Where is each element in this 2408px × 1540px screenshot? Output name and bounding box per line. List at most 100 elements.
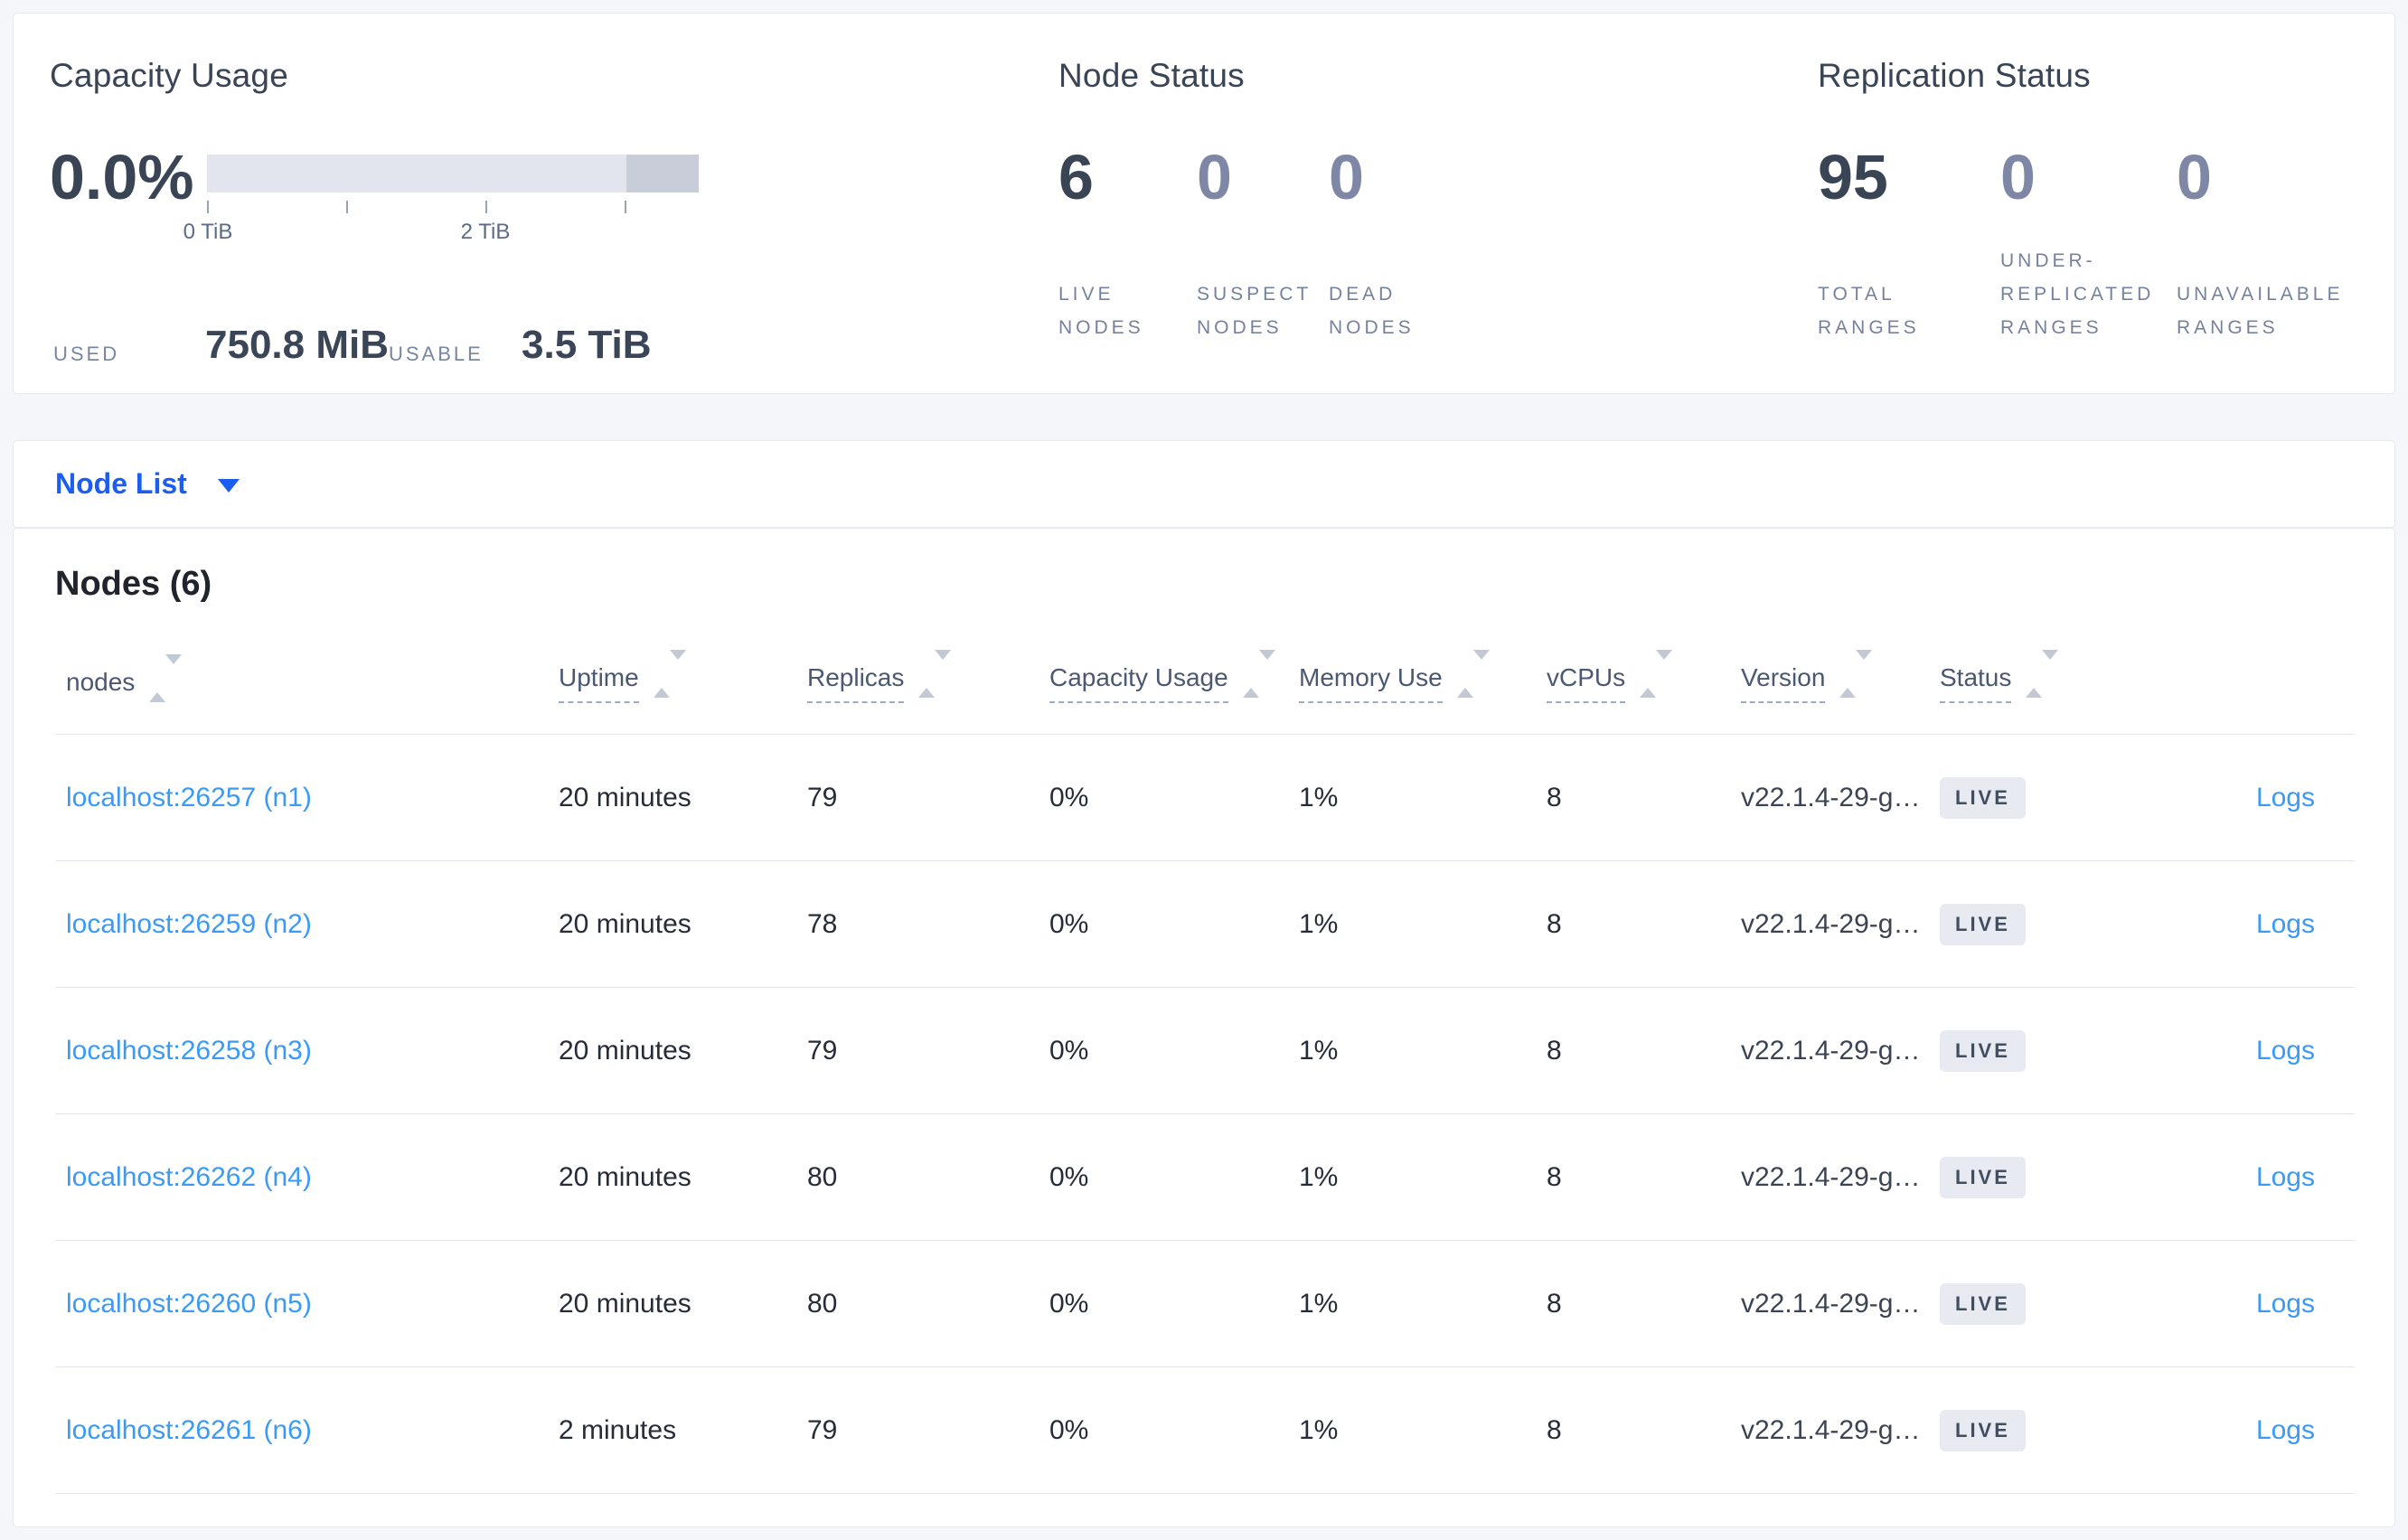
- memory-use-cell: 1%: [1299, 1366, 1547, 1494]
- status-cell: LIVE: [1940, 1366, 2157, 1494]
- memory-use-cell: 1%: [1299, 987, 1547, 1114]
- view-selector-bar: Node List: [13, 440, 2395, 528]
- capacity-usage-cell: 0%: [1049, 734, 1299, 861]
- logs-link[interactable]: Logs: [2256, 783, 2315, 812]
- version-cell: v22.1.4-29-g…: [1741, 1113, 1940, 1241]
- column-header-status[interactable]: Status: [1940, 616, 2157, 735]
- node-address-cell: localhost:26261 (n6): [55, 1366, 559, 1494]
- column-header-uptime[interactable]: Uptime: [559, 616, 807, 735]
- uptime-cell: 2 minutes: [559, 1366, 807, 1494]
- axis-tick-label: 2 TiB: [460, 220, 511, 244]
- logs-cell: Logs: [2157, 1113, 2355, 1241]
- status-badge: LIVE: [1940, 903, 2026, 945]
- column-header-replicas[interactable]: Replicas: [807, 616, 1049, 735]
- table-header-row: nodes Uptime Replicas Capacity Usage Mem…: [55, 616, 2355, 735]
- table-row: localhost:26257 (n1) 20 minutes 79 0% 1% 8 v22…: [55, 734, 2355, 861]
- logs-link[interactable]: Logs: [2256, 1036, 2315, 1066]
- usable-label: USABLE: [389, 343, 484, 365]
- column-header-vcpus[interactable]: vCPUs: [1547, 616, 1741, 735]
- chevron-down-icon[interactable]: [217, 479, 240, 493]
- replication-status-title: Replication Status: [1818, 57, 2091, 94]
- vcpus-cell: 8: [1547, 1113, 1741, 1241]
- under-replicated-ranges-metric: 0 UNDER-REPLICATED RANGES: [2000, 142, 2186, 344]
- dead-nodes-metric: 0 DEAD NODES: [1329, 142, 1473, 344]
- capacity-usage-cell: 0%: [1049, 1366, 1299, 1494]
- memory-use-cell: 1%: [1299, 734, 1547, 861]
- table-row: localhost:26259 (n2) 20 minutes 78 0% 1% 8 v22…: [55, 860, 2355, 988]
- total-ranges-metric: 95 TOTAL RANGES: [1818, 142, 1985, 344]
- logs-cell: Logs: [2157, 1366, 2355, 1494]
- version-cell: v22.1.4-29-g…: [1741, 1240, 1940, 1367]
- logs-link[interactable]: Logs: [2256, 1162, 2315, 1192]
- node-address-link[interactable]: localhost:26259 (n2): [66, 909, 312, 939]
- version-cell: v22.1.4-29-g…: [1741, 987, 1940, 1114]
- replicas-cell: 80: [807, 1113, 1049, 1241]
- view-selector-dropdown[interactable]: Node List: [55, 467, 187, 501]
- status-cell: LIVE: [1940, 860, 2157, 988]
- replicas-cell: 78: [807, 860, 1049, 988]
- column-header-version[interactable]: Version: [1741, 616, 1940, 735]
- logs-cell: Logs: [2157, 734, 2355, 861]
- node-address-link[interactable]: localhost:26260 (n5): [66, 1289, 312, 1319]
- replicas-cell: 79: [807, 734, 1049, 861]
- status-cell: LIVE: [1940, 987, 2157, 1114]
- capacity-percent-value: 0.0%: [50, 142, 194, 212]
- sort-icon: [1242, 649, 1275, 698]
- usable-value: 3.5 TiB: [522, 323, 652, 367]
- logs-cell: Logs: [2157, 860, 2355, 988]
- node-address-link[interactable]: localhost:26261 (n6): [66, 1415, 312, 1445]
- used-value: 750.8 MiB: [205, 323, 389, 367]
- column-header-memory-use[interactable]: Memory Use: [1299, 616, 1547, 735]
- version-cell: v22.1.4-29-g…: [1741, 860, 1940, 988]
- table-row: localhost:26260 (n5) 20 minutes 80 0% 1% 8 v22…: [55, 1240, 2355, 1367]
- metric-value: 95: [1818, 142, 1888, 212]
- sort-icon: [1456, 649, 1490, 698]
- node-address-link[interactable]: localhost:26258 (n3): [66, 1036, 312, 1066]
- table-row: localhost:26258 (n3) 20 minutes 79 0% 1% 8 v22…: [55, 987, 2355, 1114]
- capacity-usage-cell: 0%: [1049, 1240, 1299, 1367]
- uptime-cell: 20 minutes: [559, 860, 807, 988]
- vcpus-cell: 8: [1547, 987, 1741, 1114]
- uptime-cell: 20 minutes: [559, 987, 807, 1114]
- uptime-cell: 20 minutes: [559, 734, 807, 861]
- sort-icon: [149, 653, 183, 702]
- nodes-table-panel: Nodes (6) nodes Uptime Replicas Capacity…: [13, 528, 2395, 1527]
- status-badge: LIVE: [1940, 1029, 2026, 1072]
- column-header-capacity-usage[interactable]: Capacity Usage: [1049, 616, 1299, 735]
- memory-use-cell: 1%: [1299, 1240, 1547, 1367]
- column-header-nodes[interactable]: nodes: [55, 616, 559, 735]
- memory-use-cell: 1%: [1299, 1113, 1547, 1241]
- metric-label: TOTAL RANGES: [1818, 284, 1920, 338]
- sort-icon: [918, 649, 952, 698]
- metric-value: 0: [1329, 142, 1364, 212]
- version-cell: v22.1.4-29-g…: [1741, 1366, 1940, 1494]
- sort-icon: [653, 649, 686, 698]
- suspect-nodes-metric: 0 SUSPECT NODES: [1197, 146, 1338, 344]
- live-nodes-metric: 6 LIVE NODES: [1058, 142, 1187, 344]
- version-cell: v22.1.4-29-g…: [1741, 734, 1940, 861]
- uptime-cell: 20 minutes: [559, 1240, 807, 1367]
- metric-label: DEAD NODES: [1329, 284, 1415, 338]
- nodes-table-heading: Nodes (6): [55, 565, 212, 603]
- status-cell: LIVE: [1940, 734, 2157, 861]
- metric-value: 0: [2000, 142, 2036, 212]
- capacity-usage-chart: 0.0% 0 TiB 2 TiB: [50, 142, 699, 247]
- status-badge: LIVE: [1940, 1156, 2026, 1198]
- node-address-cell: localhost:26262 (n4): [55, 1113, 559, 1241]
- table-row: localhost:26262 (n4) 20 minutes 80 0% 1% 8 v22…: [55, 1113, 2355, 1241]
- logs-link[interactable]: Logs: [2256, 1415, 2315, 1445]
- status-badge: LIVE: [1940, 1282, 2026, 1325]
- status-badge: LIVE: [1940, 776, 2026, 819]
- capacity-bar-dark-segment: [626, 155, 699, 192]
- node-address-link[interactable]: localhost:26257 (n1): [66, 783, 312, 812]
- logs-cell: Logs: [2157, 987, 2355, 1114]
- metric-value: 6: [1058, 142, 1094, 212]
- logs-link[interactable]: Logs: [2256, 1289, 2315, 1319]
- node-status-card: Node Status 6 LIVE NODES 0 SUSPECT NODES…: [1058, 14, 1547, 393]
- logs-link[interactable]: Logs: [2256, 909, 2315, 939]
- replicas-cell: 79: [807, 987, 1049, 1114]
- node-address-cell: localhost:26258 (n3): [55, 987, 559, 1114]
- metric-label: SUSPECT NODES: [1197, 284, 1312, 338]
- node-address-link[interactable]: localhost:26262 (n4): [66, 1162, 312, 1192]
- node-address-cell: localhost:26260 (n5): [55, 1240, 559, 1367]
